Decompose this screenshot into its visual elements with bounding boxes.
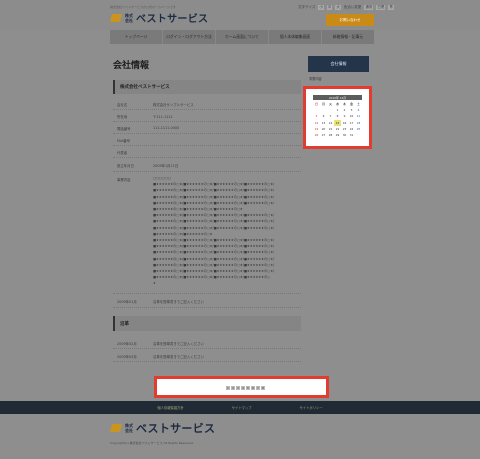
footer-link-policy[interactable]: サイトポリシー	[300, 405, 323, 410]
nav-item-login[interactable]: ログイン・ログアウト方法	[163, 30, 216, 44]
row-value: 111-1111-0000	[153, 126, 180, 130]
sidebar: 会社情報 事業内容	[308, 56, 369, 81]
row-value: 沿革を簡単書きでご記入ください	[153, 342, 204, 346]
calendar-day[interactable]: 27	[320, 132, 327, 138]
table-row: 2009年02月 沿革を簡単書きでご記入ください	[113, 336, 301, 349]
calendar-grid: 日月火水木金土 1 2 3 4 5 6 7 8 9 10 11 12 13 14 15 16 17 18 19 20 21…	[313, 101, 362, 138]
utility-links: 文字サイズ 小 中 大 色合い変更 通常 白黒 青	[298, 5, 394, 10]
row-value: 沿革を簡単書きでご記入ください	[153, 300, 204, 304]
row-label: 事業内容	[117, 178, 131, 182]
business-line: ★	[153, 281, 156, 286]
history-heading: 沿革	[113, 316, 301, 331]
color-mono-button[interactable]: 白黒	[376, 5, 386, 10]
page-button[interactable]: 3	[236, 386, 240, 390]
calendar-day[interactable]: 26	[313, 132, 320, 138]
row-label: 2009年01月	[117, 300, 137, 304]
calendar-day[interactable]: 29	[334, 132, 341, 138]
nav-item-top[interactable]: トップページ	[110, 30, 163, 44]
page-button[interactable]: 1	[226, 386, 230, 390]
row-label: 会社名	[117, 103, 128, 107]
pagination: 12345678	[226, 386, 265, 390]
logo-text: ベストサービス	[136, 14, 209, 25]
page-title: 会社情報	[113, 61, 150, 71]
nav-item-news[interactable]: 新着情報・記事元	[322, 30, 374, 44]
row-label: 代表者	[117, 151, 128, 155]
logo-mark-icon	[110, 12, 122, 24]
site-tagline: 株式会社ベストサービスの公式ホームページです	[110, 5, 176, 9]
calendar: 2010年 12月 日月火水木金土 1 2 3 4 5 6 7 8 9 10 11 12 13 14 15 16…	[313, 95, 362, 138]
sidebar-heading: 会社情報	[308, 56, 369, 72]
page-button[interactable]: 7	[256, 386, 260, 390]
calendar-day	[355, 132, 362, 138]
footer-logo[interactable]: 株式会社 ベストサービス	[110, 420, 215, 436]
table-row-business: 事業内容 □□□□□□ ■★★★★★★の□★/■★★★★★★の□★/■★★★★★…	[113, 172, 301, 294]
font-size-label: 文字サイズ	[298, 5, 316, 9]
page-button[interactable]: 8	[261, 386, 265, 390]
font-size-medium-button[interactable]: 中	[326, 5, 333, 10]
row-label: 設立年月日	[117, 164, 134, 168]
inquiry-button[interactable]: お問い合わせ	[326, 14, 374, 26]
company-heading: 株式会社ベストサービス	[113, 80, 301, 94]
calendar-day[interactable]: 28	[327, 132, 334, 138]
footer-link-privacy[interactable]: 個人情報保護方針	[157, 405, 183, 410]
row-value: 株式会社サンプルサービス	[153, 103, 194, 107]
pager-highlight: 12345678	[154, 376, 329, 398]
table-row: 所在地 〒111-1111	[113, 110, 301, 122]
table-row: 代表者	[113, 146, 301, 158]
calendar-highlight: 2010年 12月 日月火水木金土 1 2 3 4 5 6 7 8 9 10 11 12 13 14 15 16…	[303, 86, 372, 149]
page-button[interactable]: 2	[231, 386, 235, 390]
table-row: 電話番号 111-1111-0000	[113, 122, 301, 134]
nav-item-personal-edit[interactable]: 個人本体編集画面	[269, 30, 322, 44]
logo-mark-icon	[110, 422, 122, 434]
row-label: 2009年03月	[117, 355, 137, 359]
footer-link-sitemap[interactable]: サイトマップ	[232, 405, 252, 410]
calendar-day[interactable]: 31	[348, 132, 355, 138]
row-value: 2009年1月11日	[153, 164, 179, 168]
footer-nav: 個人情報保護方針 サイトマップ サイトポリシー	[0, 401, 480, 414]
color-normal-button[interactable]: 通常	[364, 5, 374, 10]
calendar-month: 2010年 12月	[313, 95, 362, 100]
logo-text: ベストサービス	[136, 422, 216, 435]
font-size-large-button[interactable]: 大	[335, 5, 341, 10]
logo-small-text: 株式会社	[125, 12, 133, 23]
nav-item-home-screen[interactable]: ホーム画面について	[216, 30, 269, 44]
page-button[interactable]: 4	[241, 386, 245, 390]
header-bar	[0, 0, 480, 30]
copyright: Copyright(c) 株式会社ベストサービス All Rights Rese…	[110, 441, 194, 445]
row-value: 〒111-1111	[153, 115, 173, 119]
calendar-day[interactable]: 30	[341, 132, 348, 138]
color-change-label: 色合い変更	[343, 5, 362, 9]
row-label: 2009年02月	[117, 342, 137, 346]
site-logo[interactable]: 株式会社 ベストサービス	[110, 10, 209, 26]
table-row: FAX番号	[113, 134, 301, 146]
global-nav: トップページ ログイン・ログアウト方法 ホーム画面について 個人本体編集画面 新…	[110, 30, 374, 44]
row-label: FAX番号	[117, 139, 131, 143]
main-content: 会社情報 株式会社ベストサービス 会社名 株式会社サンプルサービス 所在地 〒1…	[113, 58, 301, 362]
font-size-small-button[interactable]: 小	[318, 5, 324, 10]
table-row: 2009年03月 沿革を簡単書きでご記入ください	[113, 349, 301, 362]
page-button[interactable]: 5	[246, 386, 250, 390]
color-blue-button[interactable]: 青	[388, 5, 394, 10]
table-row: 2009年01月 沿革を簡単書きでご記入ください	[113, 294, 301, 308]
row-label: 所在地	[117, 115, 128, 119]
business-description: □□□□□□ ■★★★★★★の□★/■★★★★★★の□★/■★★★★★★の□★/…	[153, 175, 301, 287]
table-row: 会社名 株式会社サンプルサービス	[113, 98, 301, 110]
page-button[interactable]: 6	[251, 386, 255, 390]
sidebar-item-business[interactable]: 事業内容	[308, 76, 369, 81]
row-label: 電話番号	[117, 127, 131, 131]
logo-small-text: 株式会社	[125, 423, 133, 433]
table-row: 設立年月日 2009年1月11日	[113, 158, 301, 172]
row-value: 沿革を簡単書きでご記入ください	[153, 355, 204, 359]
